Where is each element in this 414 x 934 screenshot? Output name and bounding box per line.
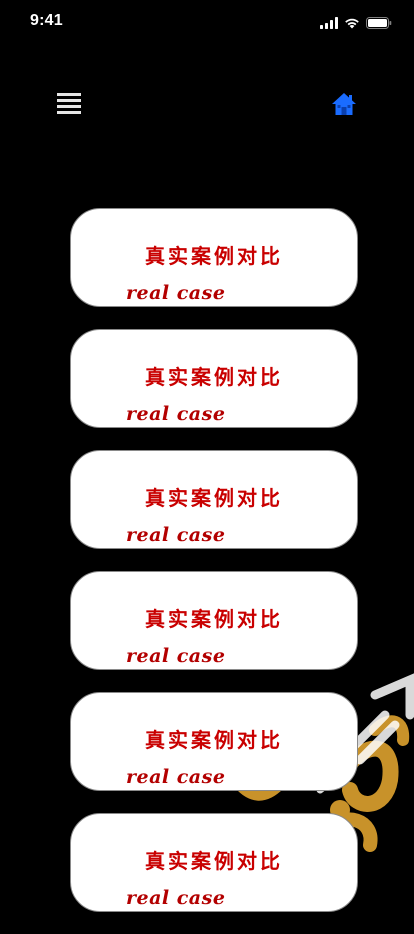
case-subtitle: real case — [126, 403, 226, 425]
case-subtitle: real case — [126, 645, 226, 667]
wifi-icon — [344, 14, 360, 33]
case-title: 真实案例对比 — [145, 849, 283, 873]
home-button[interactable] — [328, 90, 360, 122]
menu-button[interactable] — [52, 90, 86, 122]
case-card[interactable]: 真实案例对比 real case — [70, 208, 358, 307]
status-bar: 9:41 — [0, 0, 414, 44]
menu-list-icon — [55, 91, 83, 121]
battery-icon — [366, 14, 392, 33]
case-subtitle: real case — [126, 282, 226, 304]
case-title: 真实案例对比 — [145, 244, 283, 268]
case-card[interactable]: 真实案例对比 real case — [70, 329, 358, 428]
signal-bars-icon — [320, 14, 338, 33]
case-title: 真实案例对比 — [145, 728, 283, 752]
status-time: 9:41 — [30, 12, 63, 29]
case-title: 真实案例对比 — [145, 365, 283, 389]
status-icons — [320, 14, 392, 33]
case-list: 真实案例对比 real case 真实案例对比 real case 真实案例对比… — [70, 208, 358, 934]
home-icon — [331, 92, 357, 120]
case-card[interactable]: 真实案例对比 real case — [70, 692, 358, 791]
case-subtitle: real case — [126, 524, 226, 546]
case-title: 真实案例对比 — [145, 607, 283, 631]
case-card[interactable]: 真实案例对比 real case — [70, 571, 358, 670]
case-subtitle: real case — [126, 766, 226, 788]
case-subtitle: real case — [126, 887, 226, 909]
case-title: 真实案例对比 — [145, 486, 283, 510]
case-card[interactable]: 真实案例对比 real case — [70, 450, 358, 549]
case-card[interactable]: 真实案例对比 real case — [70, 813, 358, 912]
